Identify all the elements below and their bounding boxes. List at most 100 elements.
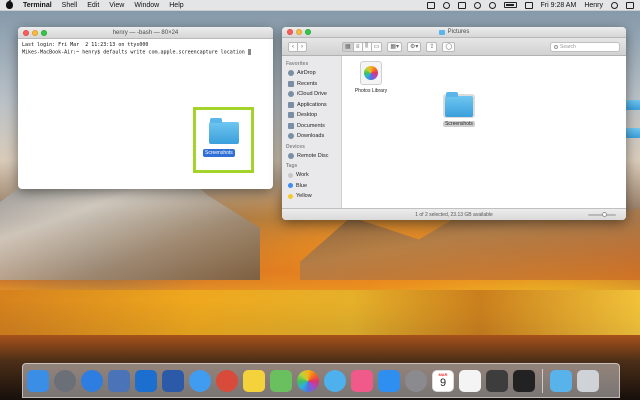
sidebar-item-label: Blue — [296, 182, 308, 189]
system-preferences-icon[interactable] — [405, 369, 427, 392]
tags-button[interactable]: ◯ — [442, 41, 456, 52]
terminal-output[interactable]: Last login: Fri Mar 2 11:23:13 on ttys00… — [18, 39, 273, 60]
chess-icon[interactable] — [486, 369, 508, 392]
search-placeholder: Search — [560, 43, 576, 50]
dropbox-icon[interactable] — [426, 1, 435, 9]
cloud-icon — [288, 91, 294, 98]
finder-title-text: Pictures — [447, 29, 470, 35]
safari-icon[interactable] — [189, 369, 211, 392]
icon-size-slider-handle[interactable] — [602, 212, 607, 217]
sidebar-heading-favorites: Favorites — [286, 61, 309, 67]
trash-icon[interactable] — [577, 369, 599, 392]
calendar-icon[interactable]: MAR 9 — [432, 369, 454, 392]
gallery-view-button[interactable]: ▭ — [370, 41, 383, 52]
downloads-folder-icon[interactable] — [550, 369, 572, 392]
battery-icon[interactable] — [503, 2, 517, 8]
airplay-icon[interactable] — [457, 1, 466, 9]
terminal-title: henry — -bash — 80×24 — [112, 29, 179, 36]
sidebar-item-desktop[interactable]: Desktop — [286, 110, 337, 121]
menu-view[interactable]: View — [109, 2, 124, 9]
sidebar-item-airdrop[interactable]: AirDrop — [286, 68, 337, 79]
file-item-photos-library[interactable]: Photos Library — [346, 61, 396, 94]
maps-icon[interactable] — [270, 369, 292, 392]
sidebar-heading-tags: Tags — [286, 163, 298, 169]
launchpad-icon[interactable] — [54, 369, 76, 392]
app-store-icon[interactable] — [378, 369, 400, 392]
dragged-folder-highlight[interactable]: Screenshots — [193, 107, 254, 173]
sidebar-item-label: Downloads — [297, 133, 325, 140]
finder-titlebar[interactable]: Pictures — [282, 27, 626, 38]
menu-window[interactable]: Window — [134, 2, 159, 9]
terminal-titlebar[interactable]: henry — -bash — 80×24 — [18, 27, 273, 39]
desktop-folder-icon[interactable] — [626, 128, 640, 138]
search-icon — [554, 44, 558, 49]
terminal-icon[interactable] — [513, 369, 535, 392]
outlook-icon[interactable] — [135, 369, 157, 392]
tag-dot-icon — [288, 193, 293, 199]
desktop-icon — [288, 112, 294, 119]
wifi-icon[interactable] — [488, 1, 496, 9]
file-item-screenshots[interactable]: Screenshots — [434, 92, 484, 127]
sidebar-item-applications[interactable]: Applications — [286, 100, 337, 111]
maximize-button[interactable] — [41, 29, 47, 36]
menu-user[interactable]: Henry — [584, 2, 603, 9]
flag-icon[interactable] — [524, 1, 533, 9]
wallpaper-forest — [0, 290, 640, 335]
messages-icon[interactable] — [324, 369, 346, 392]
sidebar-item-downloads[interactable]: Downloads — [286, 131, 337, 142]
dock: MAR 9 — [22, 363, 620, 398]
minimize-button[interactable] — [296, 29, 302, 35]
forward-button[interactable]: › — [297, 41, 307, 52]
preview-icon[interactable] — [108, 369, 130, 392]
sidebar-item-icloud-drive[interactable]: iCloud Drive — [286, 89, 337, 100]
menu-app-name[interactable]: Terminal — [23, 2, 52, 9]
search-input[interactable]: Search — [550, 41, 620, 52]
itunes-icon[interactable] — [351, 369, 373, 392]
status-text: 1 of 2 selected, 23.13 GB available — [415, 211, 493, 218]
close-button[interactable] — [287, 29, 293, 35]
sidebar-item-label: iCloud Drive — [297, 91, 327, 98]
text-cursor — [247, 49, 251, 55]
sidebar-item-tag-work[interactable]: Work — [286, 170, 337, 181]
photos-icon[interactable] — [297, 369, 319, 392]
terminal-line: Last login: Fri Mar 2 11:23:13 on ttys00… — [22, 42, 149, 48]
terminal-line: Mikes-MacBook-Air:~ henry$ defaults writ… — [22, 49, 248, 56]
bluetooth-icon[interactable] — [473, 1, 481, 9]
action-gear-button[interactable]: ⚙▾ — [407, 41, 422, 52]
sidebar-item-label: Recents — [297, 80, 318, 87]
finder-icon[interactable] — [27, 369, 49, 392]
close-button[interactable] — [23, 29, 29, 36]
safari-compass-icon[interactable] — [81, 369, 103, 392]
minimize-button[interactable] — [32, 29, 38, 36]
menu-edit[interactable]: Edit — [87, 2, 99, 9]
sidebar-item-documents[interactable]: Documents — [286, 121, 337, 132]
spotlight-search-icon[interactable] — [611, 1, 618, 9]
sidebar-item-label: Remote Disc — [297, 152, 329, 159]
sidebar-item-tag-blue[interactable]: Blue — [286, 181, 337, 192]
finder-content-area[interactable]: Photos Library Screenshots — [342, 56, 626, 208]
maximize-button[interactable] — [305, 29, 311, 35]
time-machine-icon[interactable] — [442, 1, 450, 9]
reminders-icon[interactable] — [459, 369, 481, 392]
group-button[interactable]: ▦▾ — [387, 41, 403, 52]
desktop-folder-icon[interactable] — [626, 100, 640, 110]
notification-center-icon[interactable] — [626, 1, 634, 9]
menu-clock[interactable]: Fri 9:28 AM — [541, 2, 577, 9]
apple-menu-icon[interactable] — [6, 0, 13, 9]
menu-help[interactable]: Help — [169, 2, 183, 9]
document-icon — [288, 122, 294, 129]
finder-window[interactable]: Pictures ‹ › ▦ ≡ ⫼ ▭ ▦▾ ⚙▾ ⇪ ◯ Search Fa… — [282, 27, 626, 220]
notes-icon[interactable] — [243, 369, 265, 392]
app-red-icon[interactable] — [216, 369, 238, 392]
sidebar-item-tag-yellow[interactable]: Yellow — [286, 191, 337, 202]
sidebar-item-recents[interactable]: Recents — [286, 79, 337, 90]
word-icon[interactable] — [162, 369, 184, 392]
download-icon — [288, 133, 294, 140]
share-button[interactable]: ⇪ — [426, 41, 438, 52]
file-label: Screenshots — [443, 121, 475, 127]
finder-toolbar: ‹ › ▦ ≡ ⫼ ▭ ▦▾ ⚙▾ ⇪ ◯ Search — [282, 38, 626, 56]
sidebar-item-remote-disc[interactable]: Remote Disc — [286, 151, 337, 162]
file-label: Photos Library — [354, 88, 388, 94]
menu-shell[interactable]: Shell — [62, 2, 78, 9]
folder-icon — [209, 118, 239, 144]
